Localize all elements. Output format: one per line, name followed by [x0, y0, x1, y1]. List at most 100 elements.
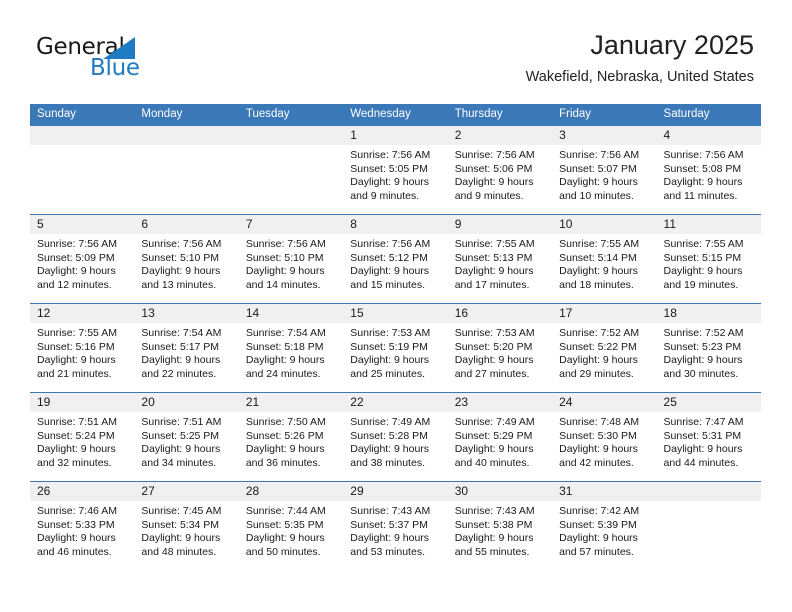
day-details: Sunrise: 7:56 AM Sunset: 5:12 PM Dayligh… [343, 234, 447, 292]
day-number-band: 20 [134, 393, 239, 412]
daylight-text-line1: Daylight: 9 hours [245, 443, 325, 456]
day-cell[interactable]: 4 Sunrise: 7:56 AM Sunset: 5:08 PM Dayli… [656, 126, 761, 214]
daylight-text-line2: and 44 minutes. [663, 456, 739, 469]
day-cell[interactable]: 29 Sunrise: 7:43 AM Sunset: 5:37 PM Dayl… [343, 482, 448, 570]
day-number-band: 9 [447, 215, 553, 234]
day-cell[interactable]: 19 Sunrise: 7:51 AM Sunset: 5:24 PM Dayl… [30, 393, 135, 481]
daylight-text-line2: and 9 minutes. [350, 189, 420, 202]
day-cell[interactable]: 27 Sunrise: 7:45 AM Sunset: 5:34 PM Dayl… [134, 482, 239, 570]
sunrise-text: Sunrise: 7:49 AM [454, 416, 535, 428]
daylight-text-line2: and 13 minutes. [141, 278, 217, 291]
day-details: Sunrise: 7:43 AM Sunset: 5:37 PM Dayligh… [343, 501, 447, 559]
day-number-band [238, 126, 344, 145]
day-cell[interactable]: 28 Sunrise: 7:44 AM Sunset: 5:35 PM Dayl… [238, 482, 344, 570]
daylight-text-line1: Daylight: 9 hours [454, 354, 534, 367]
day-cell[interactable]: 11 Sunrise: 7:55 AM Sunset: 5:15 PM Dayl… [656, 215, 761, 303]
daylight-text-line1: Daylight: 9 hours [663, 176, 743, 189]
day-cell[interactable]: 2 Sunrise: 7:56 AM Sunset: 5:06 PM Dayli… [447, 126, 553, 214]
sunrise-text: Sunrise: 7:43 AM [454, 505, 535, 517]
day-details: Sunrise: 7:50 AM Sunset: 5:26 PM Dayligh… [239, 412, 343, 470]
day-cell[interactable]: 23 Sunrise: 7:49 AM Sunset: 5:29 PM Dayl… [447, 393, 553, 481]
sunrise-text: Sunrise: 7:55 AM [663, 238, 744, 250]
day-number: 2 [454, 128, 462, 142]
daylight-text-line1: Daylight: 9 hours [559, 265, 638, 278]
day-number-band: 16 [447, 304, 553, 323]
day-cell[interactable]: 14 Sunrise: 7:54 AM Sunset: 5:18 PM Dayl… [238, 304, 344, 392]
sunset-text: Sunset: 5:14 PM [559, 251, 637, 264]
sunset-text: Sunset: 5:34 PM [141, 518, 220, 531]
day-cell[interactable]: 13 Sunrise: 7:54 AM Sunset: 5:17 PM Dayl… [134, 304, 239, 392]
day-cell[interactable]: 24 Sunrise: 7:48 AM Sunset: 5:30 PM Dayl… [552, 393, 657, 481]
day-cell[interactable]: 9 Sunrise: 7:55 AM Sunset: 5:13 PM Dayli… [447, 215, 553, 303]
daylight-text-line1: Daylight: 9 hours [350, 532, 430, 545]
sunrise-text: Sunrise: 7:47 AM [663, 416, 744, 428]
day-number-band: 26 [30, 482, 135, 501]
daylight-text-line2: and 42 minutes. [559, 456, 634, 469]
day-cell[interactable]: 31 Sunrise: 7:42 AM Sunset: 5:39 PM Dayl… [552, 482, 657, 570]
sunrise-text: Sunrise: 7:44 AM [245, 505, 326, 517]
day-number: 19 [37, 395, 51, 409]
sunrise-text: Sunrise: 7:56 AM [37, 238, 117, 250]
day-number-band: 27 [134, 482, 239, 501]
day-cell[interactable]: 15 Sunrise: 7:53 AM Sunset: 5:19 PM Dayl… [343, 304, 448, 392]
day-number: 15 [350, 306, 364, 320]
weekday-header-sunday: Sunday [37, 108, 77, 120]
daylight-text-line2: and 17 minutes. [454, 278, 530, 291]
day-number-band: 12 [30, 304, 135, 323]
day-cell[interactable]: 20 Sunrise: 7:51 AM Sunset: 5:25 PM Dayl… [134, 393, 239, 481]
day-details: Sunrise: 7:56 AM Sunset: 5:05 PM Dayligh… [343, 145, 447, 203]
sunset-text: Sunset: 5:24 PM [37, 429, 115, 442]
daylight-text-line1: Daylight: 9 hours [141, 532, 221, 545]
week-row: 1 Sunrise: 7:56 AM Sunset: 5:05 PM Dayli… [30, 125, 761, 214]
sunrise-text: Sunrise: 7:54 AM [245, 327, 326, 339]
daylight-text-line1: Daylight: 9 hours [559, 532, 638, 545]
day-cell [30, 126, 135, 214]
sunset-text: Sunset: 5:12 PM [350, 251, 428, 264]
daylight-text-line1: Daylight: 9 hours [559, 354, 638, 367]
day-cell[interactable]: 5 Sunrise: 7:56 AM Sunset: 5:09 PM Dayli… [30, 215, 135, 303]
day-cell[interactable]: 6 Sunrise: 7:56 AM Sunset: 5:10 PM Dayli… [134, 215, 239, 303]
daylight-text-line2: and 14 minutes. [245, 278, 321, 291]
day-cell[interactable]: 30 Sunrise: 7:43 AM Sunset: 5:38 PM Dayl… [447, 482, 553, 570]
day-cell[interactable]: 18 Sunrise: 7:52 AM Sunset: 5:23 PM Dayl… [656, 304, 761, 392]
daylight-text-line2: and 40 minutes. [454, 456, 530, 469]
day-cell[interactable]: 1 Sunrise: 7:56 AM Sunset: 5:05 PM Dayli… [343, 126, 448, 214]
daylight-text-line2: and 48 minutes. [141, 545, 217, 558]
day-details: Sunrise: 7:43 AM Sunset: 5:38 PM Dayligh… [448, 501, 552, 559]
day-details: Sunrise: 7:54 AM Sunset: 5:18 PM Dayligh… [239, 323, 343, 381]
day-details: Sunrise: 7:47 AM Sunset: 5:31 PM Dayligh… [657, 412, 761, 470]
sunrise-text: Sunrise: 7:49 AM [350, 416, 431, 428]
daylight-text-line1: Daylight: 9 hours [350, 176, 430, 189]
sunrise-text: Sunrise: 7:56 AM [454, 149, 535, 161]
page-header: General Blue January 2025 Wakefield, Neb… [0, 0, 792, 100]
brand-logo[interactable]: General Blue [36, 34, 256, 86]
daylight-text-line2: and 55 minutes. [454, 545, 530, 558]
day-cell[interactable]: 16 Sunrise: 7:53 AM Sunset: 5:20 PM Dayl… [447, 304, 553, 392]
daylight-text-line2: and 53 minutes. [350, 545, 425, 558]
day-cell[interactable]: 26 Sunrise: 7:46 AM Sunset: 5:33 PM Dayl… [30, 482, 135, 570]
day-details: Sunrise: 7:55 AM Sunset: 5:13 PM Dayligh… [448, 234, 552, 292]
day-cell[interactable]: 10 Sunrise: 7:55 AM Sunset: 5:14 PM Dayl… [552, 215, 657, 303]
sunrise-text: Sunrise: 7:56 AM [245, 238, 326, 250]
day-cell[interactable]: 7 Sunrise: 7:56 AM Sunset: 5:10 PM Dayli… [238, 215, 344, 303]
day-cell[interactable]: 12 Sunrise: 7:55 AM Sunset: 5:16 PM Dayl… [30, 304, 135, 392]
day-cell[interactable]: 3 Sunrise: 7:56 AM Sunset: 5:07 PM Dayli… [552, 126, 657, 214]
sunrise-text: Sunrise: 7:55 AM [37, 327, 117, 339]
day-cell[interactable]: 22 Sunrise: 7:49 AM Sunset: 5:28 PM Dayl… [343, 393, 448, 481]
daylight-text-line1: Daylight: 9 hours [37, 443, 116, 456]
day-details: Sunrise: 7:56 AM Sunset: 5:08 PM Dayligh… [657, 145, 761, 203]
week-row: 26 Sunrise: 7:46 AM Sunset: 5:33 PM Dayl… [30, 481, 761, 570]
sunset-text: Sunset: 5:26 PM [245, 429, 324, 442]
day-number: 20 [141, 395, 155, 409]
daylight-text-line2: and 24 minutes. [245, 367, 321, 380]
day-cell[interactable]: 8 Sunrise: 7:56 AM Sunset: 5:12 PM Dayli… [343, 215, 448, 303]
sunset-text: Sunset: 5:20 PM [454, 340, 533, 353]
day-cell[interactable]: 25 Sunrise: 7:47 AM Sunset: 5:31 PM Dayl… [656, 393, 761, 481]
day-number: 11 [663, 217, 676, 231]
day-cell[interactable]: 17 Sunrise: 7:52 AM Sunset: 5:22 PM Dayl… [552, 304, 657, 392]
page-title: January 2025 [590, 30, 754, 60]
day-number-band: 10 [552, 215, 657, 234]
day-cell[interactable]: 21 Sunrise: 7:50 AM Sunset: 5:26 PM Dayl… [238, 393, 344, 481]
sunrise-text: Sunrise: 7:55 AM [454, 238, 535, 250]
week-row: 19 Sunrise: 7:51 AM Sunset: 5:24 PM Dayl… [30, 392, 761, 481]
